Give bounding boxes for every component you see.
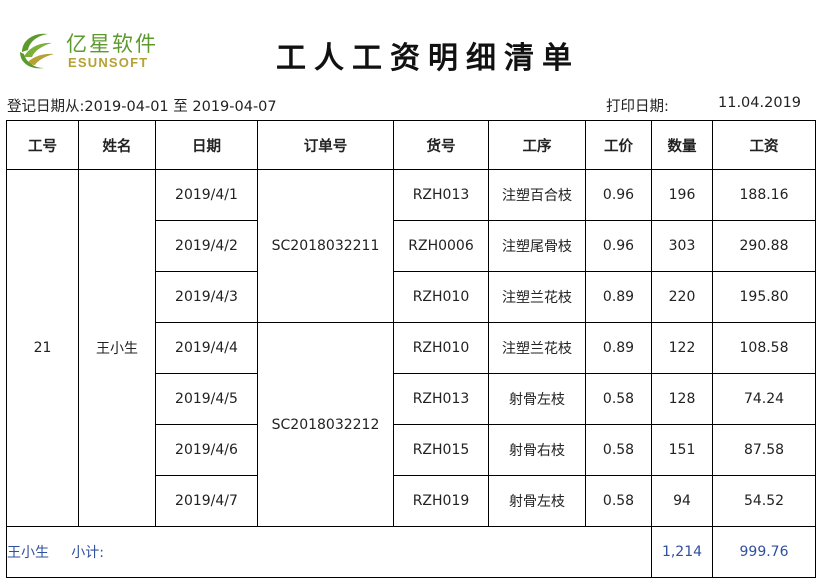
- esunsoft-logo-icon: [20, 33, 54, 69]
- wage-detail-table: 工号 姓名 日期 订单号 货号 工序 工价 数量 工资 21 王小生 2019/…: [6, 120, 816, 578]
- column-header-unit-price: 工价: [585, 120, 652, 170]
- wage-cell: 54.52: [712, 475, 816, 527]
- item-no-cell: RZH010: [393, 271, 489, 323]
- date-cell: 2019/4/6: [155, 424, 258, 476]
- subtotal-label-cell: 王小生 小计:: [6, 526, 652, 578]
- order-no-cell: SC2018032211: [257, 169, 394, 323]
- table-row: 21 王小生 2019/4/1 SC2018032211 RZH013 注塑百合…: [6, 169, 816, 527]
- wage-cell: 108.58: [712, 322, 816, 374]
- quantity-cell: 303: [651, 220, 713, 272]
- column-header-date: 日期: [155, 120, 258, 170]
- worker-id-cell: 21: [6, 169, 79, 527]
- logo-english-text: ESUNSOFT: [68, 55, 149, 70]
- process-cell: 注塑百合枝: [488, 169, 586, 221]
- unit-price-cell: 0.96: [585, 169, 652, 221]
- quantity-cell: 94: [651, 475, 713, 527]
- process-cell: 注塑尾骨枝: [488, 220, 586, 272]
- process-cell: 注塑兰花枝: [488, 322, 586, 374]
- subtotal-quantity-cell: 1,214: [651, 526, 713, 578]
- subtotal-wage-cell: 999.76: [712, 526, 816, 578]
- logo-chinese-text: 亿星软件: [66, 32, 158, 56]
- column-header-order-no: 订单号: [257, 120, 394, 170]
- column-header-item-no: 货号: [393, 120, 489, 170]
- unit-price-cell: 0.89: [585, 322, 652, 374]
- date-range-text: 登记日期从:2019-04-01 至 2019-04-07: [7, 99, 277, 115]
- column-header-name: 姓名: [78, 120, 156, 170]
- item-no-cell: RZH010: [393, 322, 489, 374]
- subtotal-label: 小计:: [71, 545, 104, 561]
- unit-price-cell: 0.89: [585, 271, 652, 323]
- unit-price-cell: 0.58: [585, 475, 652, 527]
- worker-name-cell: 王小生: [78, 169, 156, 527]
- subtotal-row: 王小生 小计: 1,214 999.76: [6, 526, 816, 578]
- print-date-value: 11.04.2019: [718, 95, 802, 111]
- date-cell: 2019/4/2: [155, 220, 258, 272]
- wage-cell: 188.16: [712, 169, 816, 221]
- wage-cell: 87.58: [712, 424, 816, 476]
- column-header-worker-id: 工号: [6, 120, 79, 170]
- unit-price-cell: 0.58: [585, 373, 652, 425]
- item-no-cell: RZH015: [393, 424, 489, 476]
- order-no-cell: SC2018032212: [257, 322, 394, 527]
- process-cell: 射骨左枝: [488, 475, 586, 527]
- report-info-row: 登记日期从:2019-04-01 至 2019-04-07 打印日期: 11.0…: [0, 93, 822, 117]
- unit-price-cell: 0.58: [585, 424, 652, 476]
- item-no-cell: RZH019: [393, 475, 489, 527]
- wage-cell: 290.88: [712, 220, 816, 272]
- column-header-wage: 工资: [712, 120, 816, 170]
- table-header-row: 工号 姓名 日期 订单号 货号 工序 工价 数量 工资: [6, 120, 816, 170]
- quantity-cell: 122: [651, 322, 713, 374]
- date-cell: 2019/4/5: [155, 373, 258, 425]
- quantity-cell: 196: [651, 169, 713, 221]
- esunsoft-logo: 亿星软件 ESUNSOFT: [14, 26, 184, 74]
- report-header: 亿星软件 ESUNSOFT 工人工资明细清单: [0, 0, 822, 92]
- quantity-cell: 128: [651, 373, 713, 425]
- process-cell: 射骨左枝: [488, 373, 586, 425]
- date-cell: 2019/4/4: [155, 322, 258, 374]
- wage-cell: 195.80: [712, 271, 816, 323]
- item-no-cell: RZH013: [393, 169, 489, 221]
- date-cell: 2019/4/7: [155, 475, 258, 527]
- date-cell: 2019/4/3: [155, 271, 258, 323]
- process-cell: 注塑兰花枝: [488, 271, 586, 323]
- quantity-cell: 151: [651, 424, 713, 476]
- print-date-label: 打印日期:: [606, 99, 669, 115]
- unit-price-cell: 0.96: [585, 220, 652, 272]
- process-cell: 射骨右枝: [488, 424, 586, 476]
- quantity-cell: 220: [651, 271, 713, 323]
- item-no-cell: RZH013: [393, 373, 489, 425]
- subtotal-worker-name: 王小生: [7, 545, 50, 561]
- item-no-cell: RZH0006: [393, 220, 489, 272]
- column-header-quantity: 数量: [651, 120, 713, 170]
- column-header-process: 工序: [488, 120, 586, 170]
- date-cell: 2019/4/1: [155, 169, 258, 221]
- report-title: 工人工资明细清单: [276, 41, 580, 76]
- wage-cell: 74.24: [712, 373, 816, 425]
